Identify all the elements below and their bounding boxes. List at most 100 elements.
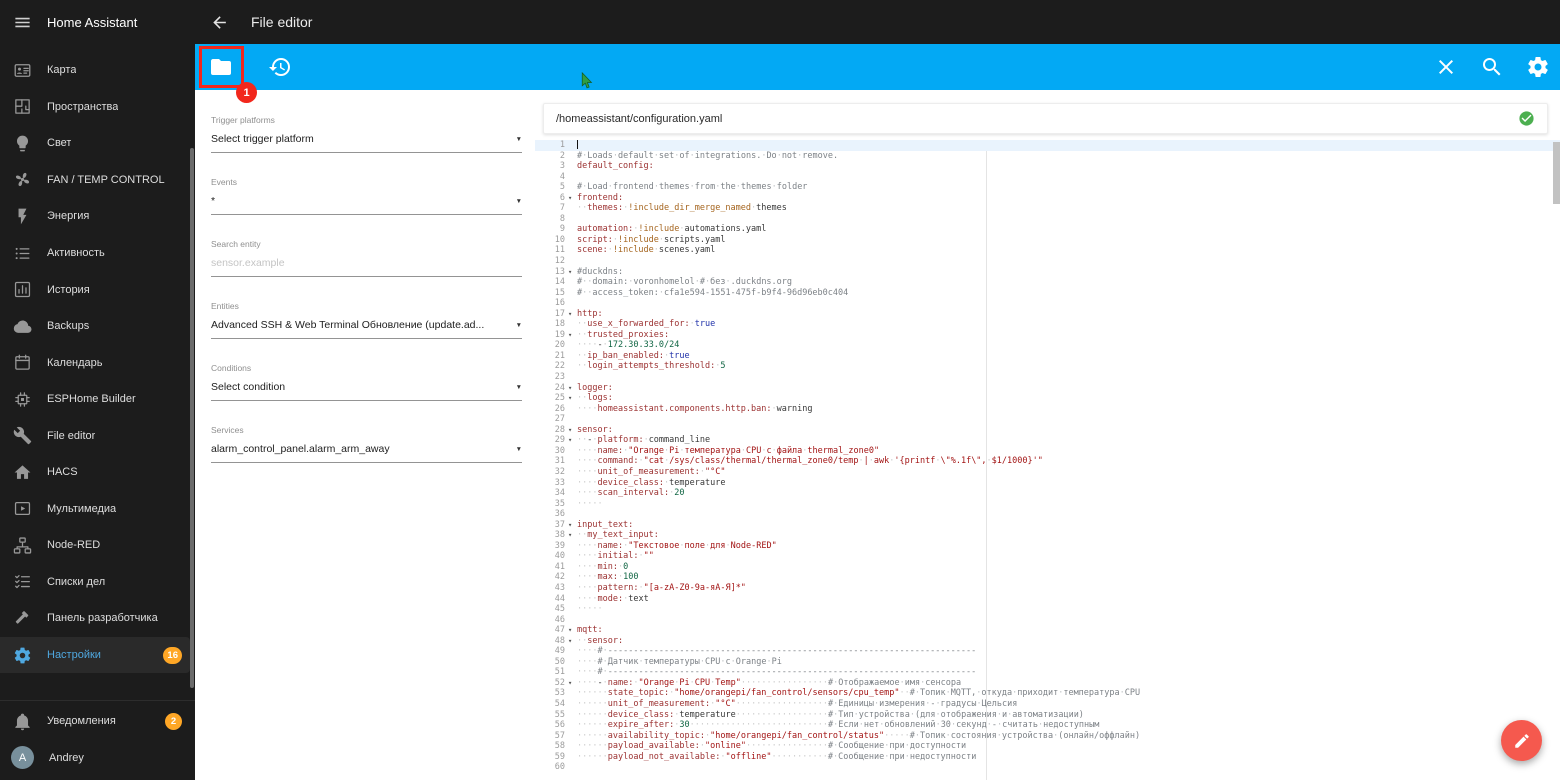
code-line-9[interactable]: 9 automation:·!include·automations.yaml xyxy=(535,224,1560,235)
sidebar-item-light[interactable]: Свет xyxy=(0,125,190,162)
sidebar-item-profile[interactable]: A Andrey xyxy=(0,739,190,776)
fold-marker-icon[interactable]: ▾ xyxy=(568,393,577,404)
code-line-58[interactable]: 58 ······payload_available:·"online"·····… xyxy=(535,741,1560,752)
code-line-49[interactable]: 49 ····#·--------------------------------… xyxy=(535,646,1560,657)
code-line-24[interactable]: 24 ▾ logger: xyxy=(535,383,1560,394)
code-line-15[interactable]: 15 #··access_token:·cfa1e594-1551-475f-b9… xyxy=(535,288,1560,299)
code-line-17[interactable]: 17 ▾ http: xyxy=(535,309,1560,320)
fold-marker-icon[interactable]: ▾ xyxy=(568,678,577,689)
code-line-14[interactable]: 14 #··domain:·voronhomelol·#·без·.duckdns… xyxy=(535,277,1560,288)
sidebar-item-node-red[interactable]: Node-RED xyxy=(0,527,190,564)
code-line-25[interactable]: 25 ▾ ··logs: xyxy=(535,393,1560,404)
sidebar-item-calendar[interactable]: Календарь xyxy=(0,344,190,381)
sidebar-item-spaces[interactable]: Пространства xyxy=(0,89,190,126)
code-line-20[interactable]: 20 ····-·172.30.33.0/24 xyxy=(535,340,1560,351)
code-line-19[interactable]: 19 ▾ ··trusted_proxies: xyxy=(535,330,1560,341)
code-line-29[interactable]: 29 ▾ ··-·platform:·command_line xyxy=(535,435,1560,446)
fold-marker-icon[interactable]: ▾ xyxy=(568,425,577,436)
code-line-48[interactable]: 48 ▾ ··sensor: xyxy=(535,636,1560,647)
fold-marker-icon[interactable]: ▾ xyxy=(568,193,577,204)
fold-marker-icon[interactable]: ▾ xyxy=(568,520,577,531)
code-line-11[interactable]: 11 scene:·!include·scenes.yaml xyxy=(535,245,1560,256)
code-line-50[interactable]: 50 ····#·Датчик·температуры·CPU·с·Orange·… xyxy=(535,657,1560,668)
code-line-32[interactable]: 32 ····unit_of_measurement:·"°C" xyxy=(535,467,1560,478)
fold-marker-icon[interactable]: ▾ xyxy=(568,267,577,278)
code-editor[interactable]: 1 2 #·Loads·default·set·of·integrations.·D… xyxy=(535,140,1560,780)
code-line-51[interactable]: 51 ····#·--------------------------------… xyxy=(535,667,1560,678)
code-line-34[interactable]: 34 ····scan_interval:·20 xyxy=(535,488,1560,499)
sidebar-item-todo-lists[interactable]: Списки дел xyxy=(0,564,190,601)
code-line-41[interactable]: 41 ····min:·0 xyxy=(535,562,1560,573)
fold-marker-icon[interactable]: ▾ xyxy=(568,530,577,541)
sidebar-item-notifications[interactable]: Уведомления 2 xyxy=(0,703,190,740)
code-line-2[interactable]: 2 #·Loads·default·set·of·integrations.·Do… xyxy=(535,151,1560,162)
code-line-1[interactable]: 1 xyxy=(535,140,1560,151)
code-line-7[interactable]: 7 ··themes:·!include_dir_merge_named·them… xyxy=(535,203,1560,214)
code-line-23[interactable]: 23 xyxy=(535,372,1560,383)
sidebar-item-file-editor[interactable]: File editor xyxy=(0,417,190,454)
fold-marker-icon[interactable]: ▾ xyxy=(568,435,577,446)
code-line-60[interactable]: 60 xyxy=(535,762,1560,773)
edit-fab[interactable] xyxy=(1501,720,1542,761)
sidebar-item-developer-tools[interactable]: Панель разработчика xyxy=(0,600,190,637)
code-line-5[interactable]: 5 #·Load·frontend·themes·from·the·themes·… xyxy=(535,182,1560,193)
code-line-59[interactable]: 59 ······payload_not_available:·"offline"… xyxy=(535,752,1560,763)
code-line-39[interactable]: 39 ····name:·"Текстовое·поле·для·Node-RED… xyxy=(535,541,1560,552)
fold-marker-icon[interactable]: ▾ xyxy=(568,636,577,647)
menu-icon[interactable] xyxy=(13,13,32,32)
sidebar-item-history[interactable]: История xyxy=(0,271,190,308)
fold-marker-icon[interactable]: ▾ xyxy=(568,309,577,320)
code-line-47[interactable]: 47 ▾ mqtt: xyxy=(535,625,1560,636)
fold-marker-icon[interactable]: ▾ xyxy=(568,383,577,394)
recently-opened-button[interactable] xyxy=(268,55,292,79)
code-line-54[interactable]: 54 ······unit_of_measurement:·"°C"·······… xyxy=(535,699,1560,710)
editor-scrollbar[interactable] xyxy=(1553,142,1560,204)
editor-settings-button[interactable] xyxy=(1526,55,1550,79)
code-line-45[interactable]: 45 ····· xyxy=(535,604,1560,615)
code-line-31[interactable]: 31 ····command:·"cat·/sys/class/thermal/t… xyxy=(535,456,1560,467)
code-line-6[interactable]: 6 ▾ frontend: xyxy=(535,193,1560,204)
search-button[interactable] xyxy=(1480,55,1504,79)
code-line-3[interactable]: 3 default_config: xyxy=(535,161,1560,172)
sidebar-item-esphome-builder[interactable]: ESPHome Builder xyxy=(0,381,190,418)
back-arrow-icon[interactable] xyxy=(210,13,229,32)
code-line-56[interactable]: 56 ······expire_after:·30················… xyxy=(535,720,1560,731)
code-line-13[interactable]: 13 ▾ #duckdns: xyxy=(535,267,1560,278)
sidebar-item-hacs[interactable]: HACS xyxy=(0,454,190,491)
code-line-52[interactable]: 52 ▾ ····-·name:·"Orange·Pi·CPU·Temp"·····… xyxy=(535,678,1560,689)
sidebar-item-backups[interactable]: Backups xyxy=(0,308,190,345)
code-line-21[interactable]: 21 ··ip_ban_enabled:·true xyxy=(535,351,1560,362)
code-line-44[interactable]: 44 ····mode:·text xyxy=(535,594,1560,605)
code-line-16[interactable]: 16 xyxy=(535,298,1560,309)
fold-marker-icon[interactable]: ▾ xyxy=(568,330,577,341)
code-line-22[interactable]: 22 ··login_attempts_threshold:·5 xyxy=(535,361,1560,372)
services-select[interactable]: alarm_control_panel.alarm_arm_away ▼ xyxy=(211,443,522,463)
code-line-43[interactable]: 43 ····pattern:·"[a-zA-Z0-9a-яА-Я]*" xyxy=(535,583,1560,594)
code-line-4[interactable]: 4 xyxy=(535,172,1560,183)
search-entity-input[interactable] xyxy=(211,257,522,277)
code-line-46[interactable]: 46 xyxy=(535,615,1560,626)
code-line-36[interactable]: 36 xyxy=(535,509,1560,520)
sidebar-item-map[interactable]: Карта xyxy=(0,52,190,89)
sidebar-item-media[interactable]: Мультимедиа xyxy=(0,491,190,528)
code-line-28[interactable]: 28 ▾ sensor: xyxy=(535,425,1560,436)
code-line-35[interactable]: 35 ····· xyxy=(535,499,1560,510)
code-line-27[interactable]: 27 xyxy=(535,414,1560,425)
events-select[interactable]: * ▼ xyxy=(211,195,522,215)
sidebar-item-settings[interactable]: Настройки 16 xyxy=(0,636,190,674)
code-line-26[interactable]: 26 ····homeassistant.components.http.ban:… xyxy=(535,404,1560,415)
conditions-select[interactable]: Select condition ▼ xyxy=(211,381,522,401)
entities-select[interactable]: Advanced SSH & Web Terminal Обновление (… xyxy=(211,319,522,339)
code-line-10[interactable]: 10 script:·!include·scripts.yaml xyxy=(535,235,1560,246)
code-line-8[interactable]: 8 xyxy=(535,214,1560,225)
code-line-38[interactable]: 38 ▾ ··my_text_input: xyxy=(535,530,1560,541)
code-line-12[interactable]: 12 xyxy=(535,256,1560,267)
sidebar-scrollbar[interactable] xyxy=(190,148,194,688)
code-line-55[interactable]: 55 ······device_class:·temperature·······… xyxy=(535,710,1560,721)
code-line-30[interactable]: 30 ····name:·"Orange·Pi·температура·CPU·с… xyxy=(535,446,1560,457)
code-line-57[interactable]: 57 ······availability_topic:·"home/orange… xyxy=(535,731,1560,742)
fold-marker-icon[interactable]: ▾ xyxy=(568,625,577,636)
sidebar-item-fan-temp-control[interactable]: FAN / TEMP CONTROL xyxy=(0,162,190,199)
sidebar-item-activity[interactable]: Активность xyxy=(0,235,190,272)
sidebar-item-energy[interactable]: Энергия xyxy=(0,198,190,235)
